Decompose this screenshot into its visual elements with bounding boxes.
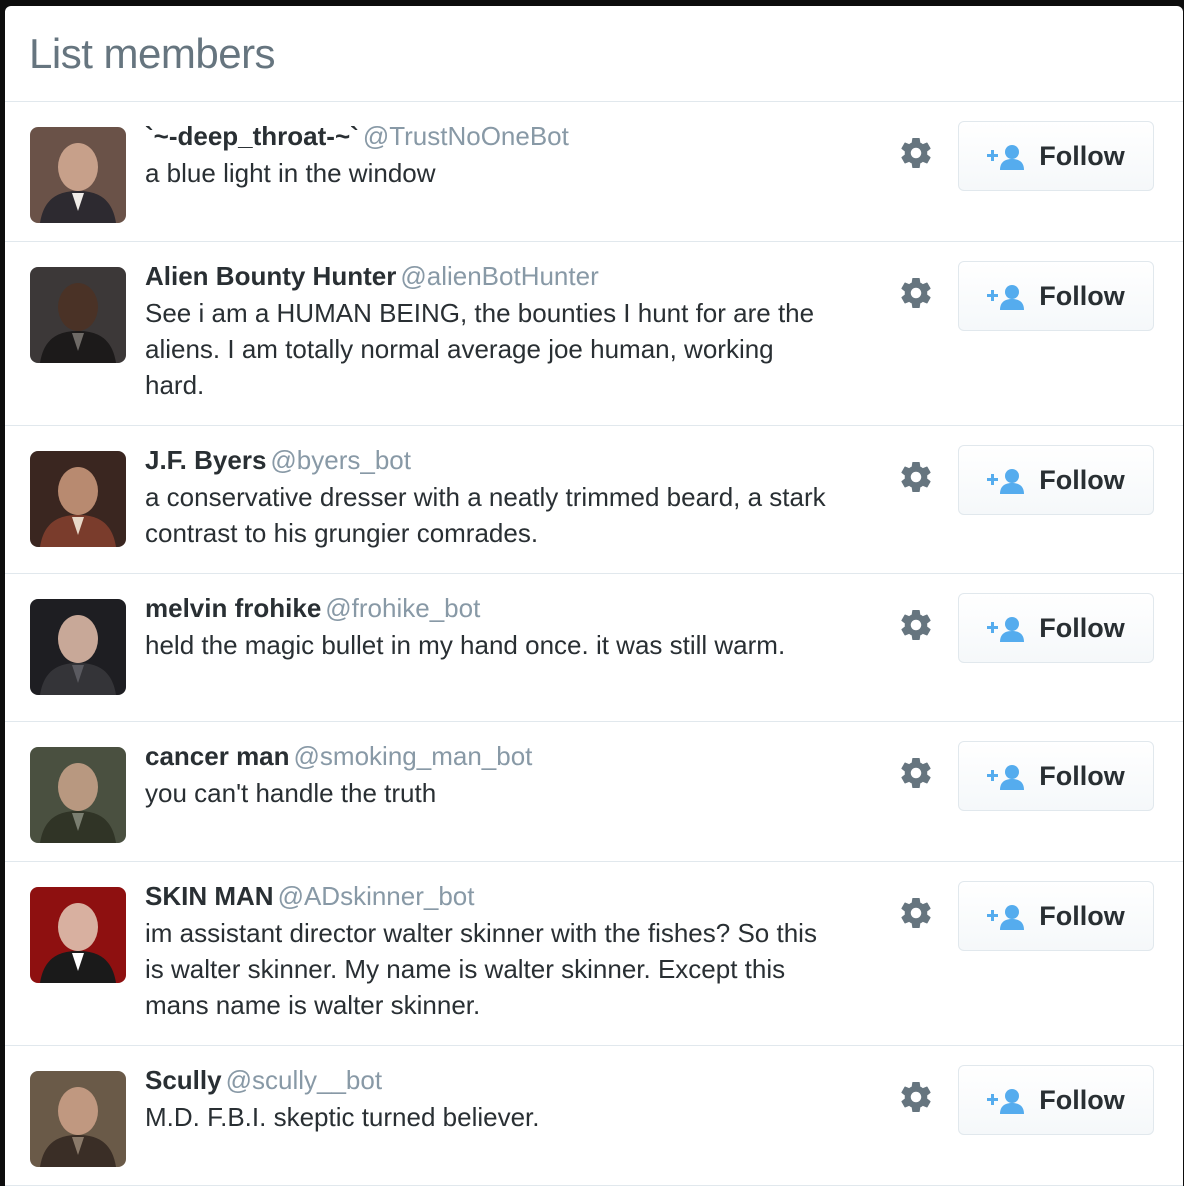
member-handle[interactable]: @scully__bot <box>226 1065 382 1095</box>
list-member-row: Scully @scully__bot M.D. F.B.I. skeptic tu… <box>5 1046 1183 1186</box>
name-line: Scully @scully__bot <box>145 1064 835 1096</box>
avatar[interactable] <box>30 267 126 363</box>
avatar[interactable] <box>30 887 126 983</box>
window-frame: List members `~-deep_throat-~` @TrustNoOn… <box>0 0 1184 1186</box>
follow-button-label: Follow <box>1039 464 1125 495</box>
member-bio: you can't handle the truth <box>145 778 437 808</box>
member-handle[interactable]: @alienBotHunter <box>400 261 598 291</box>
list-member-row: `~-deep_throat-~` @TrustNoOneBota blue li… <box>5 102 1183 242</box>
follow-button[interactable]: Follow <box>958 881 1154 951</box>
member-handle[interactable]: @frohike_bot <box>325 593 480 623</box>
gear-icon[interactable] <box>898 895 934 931</box>
member-content: Alien Bounty Hunter @alienBotHunter See i … <box>145 260 835 403</box>
member-fullname[interactable]: `~-deep_throat-~` <box>145 121 359 151</box>
list-member-row: Alien Bounty Hunter @alienBotHunter See i … <box>5 242 1183 426</box>
follow-user-icon <box>987 902 1027 930</box>
panel-header: List members <box>5 6 1183 102</box>
follow-button[interactable]: Follow <box>958 121 1154 191</box>
follow-button-label: Follow <box>1039 612 1125 643</box>
member-content: cancer man @smoking_man_botyou can't hand… <box>145 740 835 811</box>
member-handle[interactable]: @ADskinner_bot <box>278 881 475 911</box>
name-line: Alien Bounty Hunter @alienBotHunter <box>145 260 835 292</box>
list-members-panel: List members `~-deep_throat-~` @TrustNoOn… <box>5 6 1183 1186</box>
member-bio: held the magic bullet in my hand once. i… <box>145 630 786 660</box>
member-bio: a conservative dresser with a neatly tri… <box>145 482 826 548</box>
list-member-row: SKIN MAN @ADskinner_botim assistant direc… <box>5 862 1183 1046</box>
list-member-row: cancer man @smoking_man_botyou can't hand… <box>5 722 1183 862</box>
avatar[interactable] <box>30 1071 126 1167</box>
member-fullname[interactable]: Alien Bounty Hunter <box>145 261 396 291</box>
member-bio: a blue light in the window <box>145 158 436 188</box>
follow-user-icon <box>987 1086 1027 1114</box>
member-fullname[interactable]: melvin frohike <box>145 593 321 623</box>
member-bio: M.D. F.B.I. skeptic turned believer. <box>145 1102 540 1132</box>
avatar[interactable] <box>30 451 126 547</box>
member-content: Scully @scully__bot M.D. F.B.I. skeptic tu… <box>145 1064 835 1135</box>
member-fullname[interactable]: Scully <box>145 1065 222 1095</box>
name-line: J.F. Byers @byers_bot <box>145 444 835 476</box>
page-title: List members <box>29 30 276 77</box>
follow-user-icon <box>987 762 1027 790</box>
follow-button-label: Follow <box>1039 760 1125 791</box>
member-content: SKIN MAN @ADskinner_botim assistant direc… <box>145 880 835 1023</box>
member-fullname[interactable]: J.F. Byers <box>145 445 266 475</box>
follow-button-label: Follow <box>1039 1084 1125 1115</box>
list-member-row: J.F. Byers @byers_bota conservative dress… <box>5 426 1183 574</box>
follow-user-icon <box>987 614 1027 642</box>
follow-button-label: Follow <box>1039 900 1125 931</box>
member-handle[interactable]: @smoking_man_bot <box>294 741 533 771</box>
name-line: melvin frohike @frohike_bot <box>145 592 835 624</box>
member-bio: See i am a HUMAN BEING, the bounties I h… <box>145 298 815 400</box>
follow-user-icon <box>987 282 1027 310</box>
gear-icon[interactable] <box>898 1079 934 1115</box>
follow-user-icon <box>987 142 1027 170</box>
name-line: SKIN MAN @ADskinner_bot <box>145 880 835 912</box>
follow-button[interactable]: Follow <box>958 445 1154 515</box>
member-content: melvin frohike @frohike_botheld the magic… <box>145 592 835 663</box>
follow-button[interactable]: Follow <box>958 261 1154 331</box>
gear-icon[interactable] <box>898 755 934 791</box>
avatar[interactable] <box>30 599 126 695</box>
member-bio: im assistant director walter skinner wit… <box>145 918 817 1020</box>
member-fullname[interactable]: SKIN MAN <box>145 881 274 911</box>
follow-button[interactable]: Follow <box>958 741 1154 811</box>
member-content: J.F. Byers @byers_bota conservative dress… <box>145 444 835 551</box>
follow-button[interactable]: Follow <box>958 1065 1154 1135</box>
gear-icon[interactable] <box>898 135 934 171</box>
member-handle[interactable]: @byers_bot <box>270 445 411 475</box>
avatar[interactable] <box>30 747 126 843</box>
gear-icon[interactable] <box>898 275 934 311</box>
member-list: `~-deep_throat-~` @TrustNoOneBota blue li… <box>5 102 1183 1186</box>
follow-button-label: Follow <box>1039 280 1125 311</box>
member-fullname[interactable]: cancer man <box>145 741 290 771</box>
member-content: `~-deep_throat-~` @TrustNoOneBota blue li… <box>145 120 835 191</box>
follow-button[interactable]: Follow <box>958 593 1154 663</box>
avatar[interactable] <box>30 127 126 223</box>
name-line: `~-deep_throat-~` @TrustNoOneBot <box>145 120 835 152</box>
gear-icon[interactable] <box>898 459 934 495</box>
follow-button-label: Follow <box>1039 140 1125 171</box>
list-member-row: melvin frohike @frohike_botheld the magic… <box>5 574 1183 722</box>
member-handle[interactable]: @TrustNoOneBot <box>363 121 569 151</box>
follow-user-icon <box>987 466 1027 494</box>
name-line: cancer man @smoking_man_bot <box>145 740 835 772</box>
gear-icon[interactable] <box>898 607 934 643</box>
